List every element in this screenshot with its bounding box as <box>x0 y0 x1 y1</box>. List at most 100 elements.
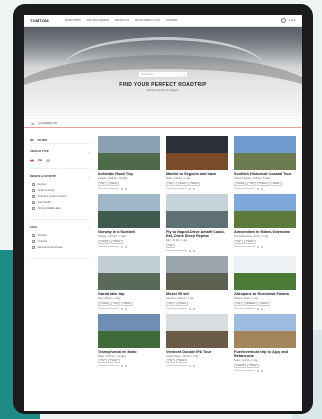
trip-card[interactable]: Zakopane to Rusinowa Polana Poland • 19 … <box>234 255 296 310</box>
share-icon[interactable] <box>192 365 195 368</box>
checkbox[interactable] <box>32 189 35 192</box>
share-icon[interactable] <box>124 307 127 310</box>
trip-thumbnail[interactable] <box>98 136 160 170</box>
trip-card[interactable]: Icelandic Road Trip Iceland • 1818 km • … <box>98 136 160 190</box>
tag-option[interactable]: Coastal <box>32 234 90 237</box>
trip-card[interactable]: Norway in a Nutshell Norway • 1173 km • … <box>98 193 160 252</box>
like-icon[interactable] <box>188 249 191 252</box>
trip-card[interactable]: Transylvania en Moto Spain • 1515 km • 1… <box>98 313 160 372</box>
trip-thumbnail[interactable] <box>234 313 296 348</box>
like-icon[interactable] <box>120 307 123 310</box>
checkbox[interactable] <box>32 240 35 243</box>
trip-card[interactable]: Amsterdam to Edam-Volendam The Netherlan… <box>234 193 296 252</box>
trip-title[interactable]: Icelandic Road Trip <box>98 172 160 176</box>
trip-title[interactable]: Scottish Historical Coastal Tour <box>234 172 296 176</box>
car-icon[interactable]: 🚗 <box>30 158 34 162</box>
share-icon[interactable] <box>192 187 195 190</box>
checkbox[interactable] <box>32 234 35 237</box>
share-icon[interactable] <box>260 307 263 310</box>
trip-thumbnail[interactable] <box>98 255 160 290</box>
like-icon[interactable] <box>256 307 259 310</box>
trip-card[interactable]: Garda lake trip Italy • 236 km • 1 day C… <box>98 255 160 310</box>
region-option[interactable]: Europe <box>32 183 90 186</box>
like-icon[interactable] <box>188 187 191 190</box>
van-icon[interactable]: 🚐 <box>46 158 50 162</box>
trip-thumbnail[interactable] <box>166 136 228 170</box>
trip-title[interactable]: Mosel 05 std <box>166 292 228 296</box>
trip-card[interactable]: Fly to Napoli-Drive Amalfi Coast, Eat, D… <box>166 193 228 252</box>
trip-title[interactable]: Amsterdam to Edam-Volendam <box>234 230 296 234</box>
nav-link-products[interactable]: PRODUCTS <box>115 19 130 22</box>
trip-thumbnail[interactable] <box>234 255 296 290</box>
trip-title[interactable]: Fuerteventura trip to Ajuy and Betancuri… <box>234 350 296 359</box>
nav-link-route-planner[interactable]: ROUTE PLANNER <box>87 19 109 22</box>
share-icon[interactable] <box>192 249 195 252</box>
trip-card[interactable]: Vermont Double IPA Tour United States • … <box>166 313 228 372</box>
trip-thumbnail[interactable] <box>166 255 228 290</box>
checkbox[interactable] <box>32 201 35 204</box>
region-option[interactable]: Central & South America <box>32 195 90 198</box>
checkbox[interactable] <box>32 207 35 210</box>
trip-title[interactable]: Madrid to Segovia and back <box>166 172 228 176</box>
user-icon[interactable] <box>280 18 286 23</box>
nav-account[interactable]: Log in <box>280 18 296 23</box>
trip-title[interactable]: Fly to Napoli-Drive Amalfi Coast, Eat, D… <box>166 230 228 239</box>
like-icon[interactable] <box>256 245 259 248</box>
trip-thumbnail[interactable] <box>166 193 228 228</box>
like-icon[interactable] <box>120 365 123 368</box>
filter-section-title[interactable]: VEHICLE TYPE ⌄ <box>30 150 90 154</box>
nav-link-road-safety[interactable]: ROAD SAFETY FUN <box>135 19 159 22</box>
checkbox[interactable] <box>32 195 35 198</box>
trip-card[interactable]: Mosel 05 std Germany • 222 km • 1 day Ci… <box>166 255 228 310</box>
thumb-land <box>166 210 228 228</box>
trip-thumbnail[interactable] <box>234 193 296 228</box>
like-icon[interactable] <box>188 307 191 310</box>
checkbox[interactable] <box>32 183 35 186</box>
trip-title[interactable]: Norway in a Nutshell <box>98 230 160 234</box>
login-link[interactable]: Log in <box>289 19 296 22</box>
tag-option[interactable]: Mountains and Peaks <box>32 246 90 249</box>
brand-logo[interactable]: TOMTOM <box>30 18 49 23</box>
like-icon[interactable] <box>256 369 259 372</box>
share-icon[interactable] <box>124 245 127 248</box>
filter-sliders-icon[interactable]: ⚌ <box>31 121 35 126</box>
tag-option[interactable]: Cultural <box>32 240 90 243</box>
checkbox[interactable] <box>32 246 35 249</box>
trip-thumbnail[interactable] <box>166 313 228 348</box>
region-option[interactable]: Asia Pacific <box>32 201 90 204</box>
share-icon[interactable] <box>124 187 127 190</box>
share-icon[interactable] <box>260 369 263 372</box>
trip-card[interactable]: Fuerteventura trip to Ajuy and Betancuri… <box>234 313 296 372</box>
trip-publisher: Published community <box>98 307 119 310</box>
motorbike-icon[interactable]: 🏍 <box>38 158 42 162</box>
like-icon[interactable] <box>120 187 123 190</box>
trip-card[interactable]: Madrid to Segovia and back Spain • 156 k… <box>166 136 228 190</box>
filter-sidebar: ⚌ FILTER VEHICLE TYPE ⌄ 🚗 🏍 🚐 REGION & C… <box>30 136 90 372</box>
like-icon[interactable] <box>120 245 123 248</box>
share-icon[interactable] <box>260 187 263 190</box>
nav-link-journal[interactable]: JOURNAL <box>166 19 178 22</box>
search-input[interactable]: Search for... ⌕ <box>138 71 188 78</box>
filter-section-title[interactable]: TAGS ⌄ <box>30 226 90 230</box>
chevron-down-icon[interactable]: ⌄ <box>87 226 90 230</box>
like-icon[interactable] <box>256 187 259 190</box>
trip-thumbnail[interactable] <box>98 313 160 348</box>
chevron-down-icon[interactable]: ⌄ <box>87 150 90 154</box>
share-icon[interactable] <box>192 307 195 310</box>
trip-title[interactable]: Garda lake trip <box>98 292 160 296</box>
share-icon[interactable] <box>260 245 263 248</box>
share-icon[interactable] <box>124 365 127 368</box>
filter-section-title[interactable]: REGION & COUNTRY ⌄ <box>30 175 90 179</box>
trip-thumbnail[interactable] <box>98 193 160 228</box>
region-option[interactable]: North America <box>32 189 90 192</box>
trip-thumbnail[interactable] <box>234 136 296 170</box>
trip-card[interactable]: Scottish Historical Coastal Tour United … <box>234 136 296 190</box>
region-option[interactable]: Africa & Middle East <box>32 207 90 210</box>
trip-title[interactable]: Transylvania en Moto <box>98 350 160 354</box>
chevron-down-icon[interactable]: ⌄ <box>87 175 90 179</box>
trip-title[interactable]: Vermont Double IPA Tour <box>166 350 228 354</box>
nav-link-road-trips[interactable]: ROAD TRIPS <box>65 19 81 22</box>
search-icon[interactable]: ⌕ <box>183 73 185 77</box>
trip-title[interactable]: Zakopane to Rusinowa Polana <box>234 292 296 296</box>
like-icon[interactable] <box>188 365 191 368</box>
